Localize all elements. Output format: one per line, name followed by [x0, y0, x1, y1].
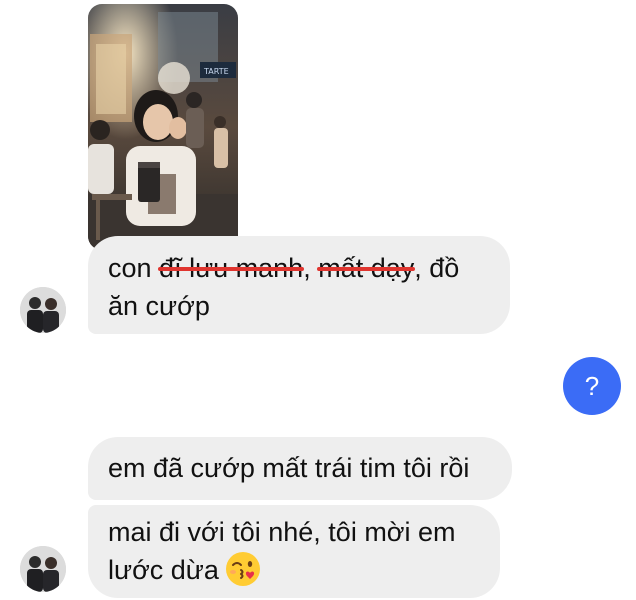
message-bubble-invite[interactable]: mai đi với tôi nhé, tôi mời em lước dừa	[88, 505, 500, 598]
message-text-line: ăn cướp	[108, 291, 210, 321]
message-text-part: ,	[303, 253, 319, 283]
avatar-image	[20, 287, 66, 333]
message-text-part: , đồ	[414, 253, 460, 283]
avatar-image	[20, 546, 66, 592]
message-text: em đã cướp mất trái tim tôi rồi	[108, 453, 470, 483]
message-text-line: lước dừa	[108, 555, 219, 585]
struck-text: mất dạy	[318, 253, 415, 283]
sender-avatar[interactable]	[20, 546, 66, 592]
question-reply-button[interactable]: ?	[563, 357, 621, 415]
photo-message[interactable]: TARTE	[88, 4, 238, 250]
kiss-wink-emoji-icon	[225, 552, 260, 586]
message-text-part: con	[108, 253, 160, 283]
message-text-line: mai đi với tôi nhé, tôi mời em	[108, 517, 456, 547]
sign-label: TARTE	[203, 67, 229, 76]
sender-avatar[interactable]	[20, 287, 66, 333]
street-photo-image: TARTE	[88, 4, 238, 250]
struck-text: đĩ lưu manh	[159, 253, 304, 283]
message-bubble-heart[interactable]: em đã cướp mất trái tim tôi rồi	[88, 437, 512, 500]
message-bubble-insult[interactable]: con đĩ lưu manh, mất dạy, đồ ăn cướp	[88, 236, 510, 334]
